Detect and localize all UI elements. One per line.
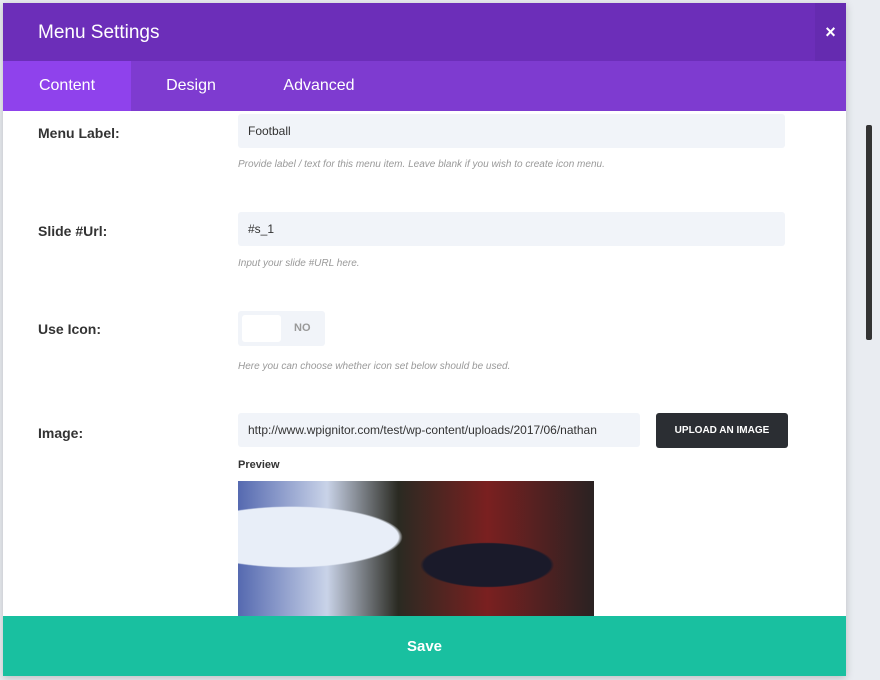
menu-label-label: Menu Label: — [38, 125, 120, 141]
menu-label-input[interactable]: Football — [238, 114, 785, 148]
tab-design[interactable]: Design — [131, 61, 251, 111]
slide-url-label: Slide #Url: — [38, 223, 108, 239]
tab-bar: Content Design Advanced — [3, 61, 846, 111]
close-icon[interactable]: × — [815, 3, 846, 61]
tab-advanced[interactable]: Advanced — [251, 61, 387, 111]
use-icon-toggle[interactable]: NO — [238, 311, 325, 346]
content-panel: Menu Label: Football Provide label / tex… — [3, 111, 846, 616]
modal-title: Menu Settings — [38, 22, 160, 43]
save-button[interactable]: Save — [3, 616, 846, 676]
slide-url-input[interactable]: #s_1 — [238, 212, 785, 246]
image-label: Image: — [38, 425, 84, 441]
use-icon-hint: Here you can choose whether icon set bel… — [238, 361, 511, 372]
preview-label: Preview — [238, 459, 280, 471]
modal-header: Menu Settings × — [3, 3, 846, 61]
menu-settings-modal: Menu Settings × Content Design Advanced … — [3, 3, 846, 676]
use-icon-label: Use Icon: — [38, 321, 102, 337]
tab-content[interactable]: Content — [3, 61, 131, 111]
upload-image-button[interactable]: UPLOAD AN IMAGE — [656, 413, 788, 448]
toggle-state: NO — [294, 322, 311, 334]
image-preview — [238, 481, 594, 616]
scrollbar[interactable] — [866, 125, 872, 340]
slide-url-hint: Input your slide #URL here. — [238, 258, 360, 269]
image-url-input[interactable]: http://www.wpignitor.com/test/wp-content… — [238, 413, 640, 447]
toggle-knob — [242, 315, 281, 342]
menu-label-hint: Provide label / text for this menu item.… — [238, 159, 605, 170]
